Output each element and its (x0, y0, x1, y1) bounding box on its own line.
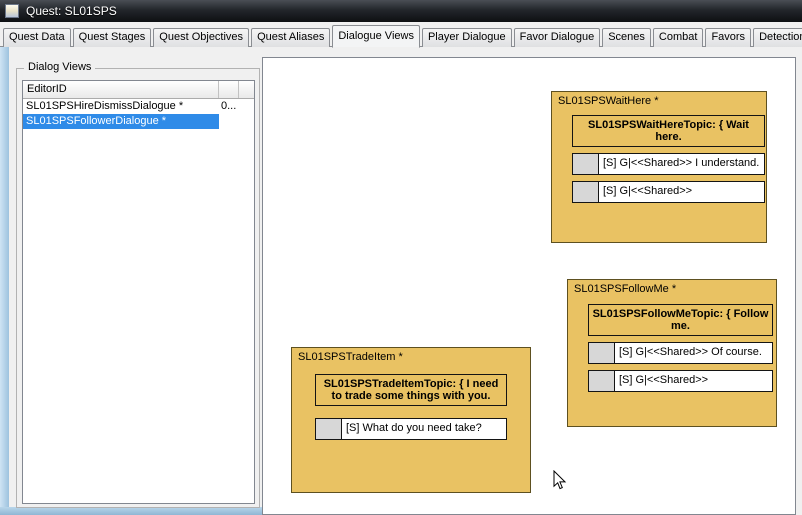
tab-detection[interactable]: Detection (753, 28, 802, 47)
dialogue-view-title: SL01SPSWaitHere * (558, 95, 659, 107)
topic-header[interactable]: SL01SPSTradeItemTopic: { I need to trade… (315, 374, 507, 406)
info-row[interactable]: [S] What do you need take? (315, 418, 507, 440)
info-row[interactable]: [S] G|<<Shared>> (572, 181, 765, 203)
tab-combat[interactable]: Combat (652, 28, 704, 47)
info-index-cell (573, 182, 599, 202)
dialogue-view-title: SL01SPSTradeItem * (298, 351, 403, 363)
tab-scenes[interactable]: Scenes (602, 28, 651, 47)
tab-strip: Quest Data Quest Stages Quest Objectives… (3, 25, 802, 48)
tab-quest-aliases[interactable]: Quest Aliases (251, 28, 331, 47)
dialog-views-list[interactable]: EditorID SL01SPSHireDismissDialogue * 0.… (22, 80, 255, 504)
dialogue-view-canvas[interactable]: SL01SPSWaitHere * SL01SPSWaitHereTopic: … (262, 57, 796, 515)
tab-favors[interactable]: Favors (705, 28, 752, 47)
mouse-cursor (553, 470, 567, 490)
dialogue-view-box-waithere[interactable]: SL01SPSWaitHere * SL01SPSWaitHereTopic: … (551, 91, 767, 243)
tab-quest-objectives[interactable]: Quest Objectives (153, 28, 250, 47)
info-response-text: [S] What do you need take? (346, 422, 482, 434)
column-header-extra[interactable] (219, 81, 239, 98)
tab-favor-dialogue[interactable]: Favor Dialogue (513, 28, 601, 47)
tab-quest-data[interactable]: Quest Data (3, 28, 71, 47)
tab-dialogue-views[interactable]: Dialogue Views (332, 25, 420, 48)
window-edge-left (0, 47, 9, 515)
dialogue-view-box-tradeitem[interactable]: SL01SPSTradeItem * SL01SPSTradeItemTopic… (291, 347, 531, 493)
list-item-label: SL01SPSFollowerDialogue * (23, 114, 219, 129)
topic-header[interactable]: SL01SPSFollowMeTopic: { Follow me. (588, 304, 773, 336)
window-icon (5, 4, 19, 18)
info-row[interactable]: [S] G|<<Shared>> (588, 370, 773, 392)
window-title: Quest: SL01SPS (26, 4, 117, 18)
info-index-cell (573, 154, 599, 174)
column-header-editorid[interactable]: EditorID (23, 81, 219, 98)
topic-table: SL01SPSFollowMeTopic: { Follow me. [S] G… (588, 304, 773, 392)
info-row[interactable]: [S] G|<<Shared>> Of course. (588, 342, 773, 364)
list-item-label: SL01SPSHireDismissDialogue * (26, 100, 184, 112)
tab-player-dialogue[interactable]: Player Dialogue (421, 28, 512, 47)
list-header: EditorID (23, 81, 254, 99)
topic-table: SL01SPSTradeItemTopic: { I need to trade… (315, 374, 507, 440)
info-response-text: [S] G|<<Shared>> (619, 374, 709, 386)
quest-window: Quest: SL01SPS Quest Data Quest Stages Q… (0, 0, 802, 515)
info-index-cell (316, 419, 342, 439)
info-index-cell (589, 371, 615, 391)
window-edge-bottom (0, 507, 262, 515)
titlebar[interactable]: Quest: SL01SPS (0, 0, 802, 22)
list-item-extra: 0... (221, 100, 237, 112)
tab-quest-stages[interactable]: Quest Stages (72, 28, 152, 47)
info-response-text: [S] G|<<Shared>> (603, 185, 693, 197)
info-response-text: [S] G|<<Shared>> Of course. (619, 346, 762, 358)
list-item-extra (219, 114, 249, 129)
info-row[interactable]: [S] G|<<Shared>> I understand. (572, 153, 765, 175)
info-index-cell (589, 343, 615, 363)
topic-table: SL01SPSWaitHereTopic: { Wait here. [S] G… (572, 115, 765, 203)
list-item-follower[interactable]: SL01SPSFollowerDialogue * (23, 114, 254, 129)
dialogue-view-box-followme[interactable]: SL01SPSFollowMe * SL01SPSFollowMeTopic: … (567, 279, 777, 427)
list-item-hiredismiss[interactable]: SL01SPSHireDismissDialogue * 0... (23, 99, 254, 114)
dialog-views-group-label: Dialog Views (24, 61, 96, 73)
column-header-filler (239, 81, 254, 98)
topic-header[interactable]: SL01SPSWaitHereTopic: { Wait here. (572, 115, 765, 147)
dialogue-view-title: SL01SPSFollowMe * (574, 283, 677, 295)
info-response-text: [S] G|<<Shared>> I understand. (603, 157, 760, 169)
